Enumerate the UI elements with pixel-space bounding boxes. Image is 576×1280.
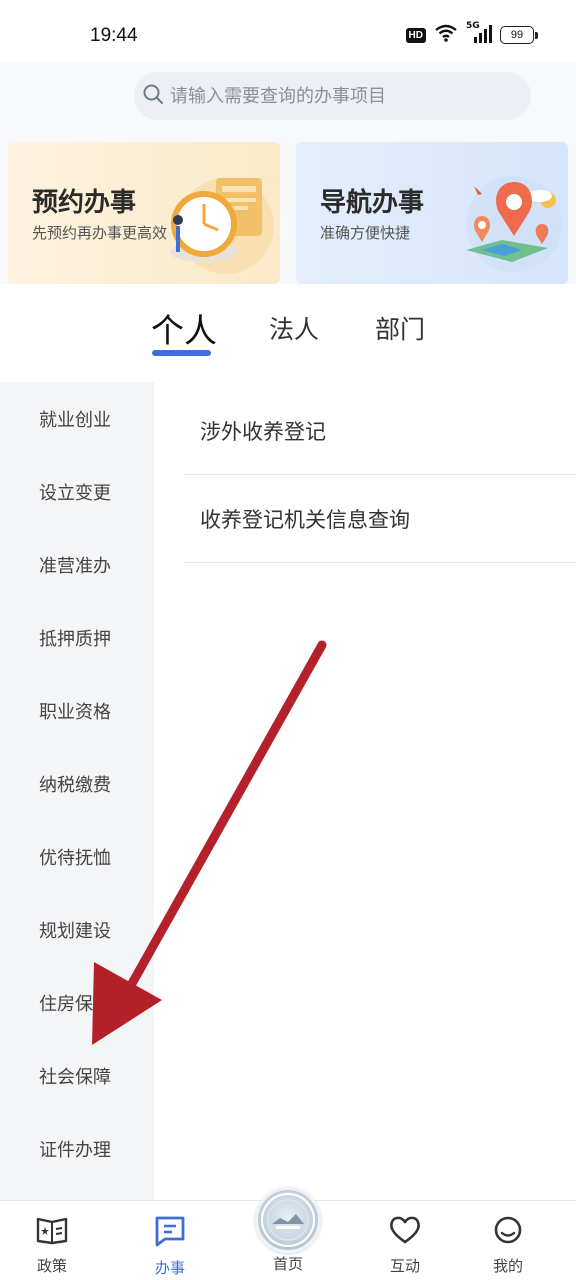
status-bar: 19:44 HD 5G 99 bbox=[0, 0, 576, 70]
sidebar-item-housing-security[interactable]: 住房保障 bbox=[0, 966, 154, 1039]
applicant-type-tabs: 个人 法人 部门 bbox=[0, 284, 576, 382]
clock-calendar-illustration-icon bbox=[164, 164, 274, 283]
heart-icon bbox=[388, 1215, 422, 1249]
list-item-adoption-office-lookup[interactable]: 收养登记机关信息查询 bbox=[184, 475, 576, 563]
sidebar-item-mortgage-pledge[interactable]: 抵押质押 bbox=[0, 601, 154, 674]
wifi-icon bbox=[434, 24, 458, 46]
hd-badge: HD bbox=[405, 27, 426, 43]
sidebar-item-preferential-care[interactable]: 优待抚恤 bbox=[0, 820, 154, 893]
category-sidebar: 就业创业 设立变更 准营准办 抵押质押 职业资格 纳税缴费 优待抚恤 规划建设 … bbox=[0, 382, 154, 1200]
search-icon bbox=[142, 83, 170, 109]
nav-interaction[interactable]: 互动 bbox=[365, 1215, 445, 1276]
nav-policy[interactable]: 政策 bbox=[12, 1215, 92, 1276]
navigation-banner[interactable]: 导航办事 准确方便快捷 bbox=[296, 142, 568, 284]
active-tab-indicator bbox=[152, 350, 211, 356]
nav-tasks[interactable]: 办事 bbox=[130, 1215, 210, 1278]
banner-subtitle: 先预约再办事更高效 bbox=[32, 224, 168, 242]
banner-title: 预约办事 bbox=[32, 188, 137, 218]
battery-level: 99 bbox=[500, 26, 534, 44]
tab-personal[interactable]: 个人 bbox=[151, 304, 217, 352]
task-document-icon bbox=[153, 1215, 187, 1251]
sidebar-item-certificates[interactable]: 证件办理 bbox=[0, 1112, 154, 1185]
status-time: 19:44 bbox=[90, 25, 138, 46]
nav-label: 互动 bbox=[389, 1257, 420, 1275]
nav-label: 我的 bbox=[492, 1257, 523, 1275]
cellular-signal-icon: 5G bbox=[466, 21, 492, 45]
tab-department[interactable]: 部门 bbox=[375, 310, 425, 346]
status-icons: HD 5G 99 bbox=[405, 21, 538, 46]
user-icon bbox=[491, 1215, 525, 1249]
nav-home-label[interactable]: 首页 bbox=[255, 1253, 321, 1274]
search-box[interactable] bbox=[134, 72, 531, 120]
list-item-foreign-adoption-registration[interactable]: 涉外收养登记 bbox=[184, 387, 576, 475]
sidebar-item-professional-qualification[interactable]: 职业资格 bbox=[0, 674, 154, 747]
banner-subtitle: 准确方便快捷 bbox=[320, 224, 411, 242]
bottom-navigation: 政策 办事 首页 互动 我的 bbox=[0, 1187, 576, 1280]
policy-book-icon bbox=[35, 1215, 69, 1249]
nav-label: 办事 bbox=[154, 1259, 185, 1277]
sidebar-item-social-security[interactable]: 社会保障 bbox=[0, 1039, 154, 1112]
banner-title: 导航办事 bbox=[320, 188, 425, 218]
home-emblem-icon[interactable] bbox=[255, 1187, 321, 1253]
sidebar-item-establishment-change[interactable]: 设立变更 bbox=[0, 455, 154, 528]
nav-label: 政策 bbox=[36, 1257, 67, 1275]
battery-icon: 99 bbox=[500, 26, 538, 44]
search-bar-container bbox=[0, 62, 576, 132]
nav-profile[interactable]: 我的 bbox=[468, 1215, 548, 1276]
sidebar-item-planning-construction[interactable]: 规划建设 bbox=[0, 893, 154, 966]
service-banners: 预约办事 先预约再办事更高效 导航办事 准确方便快捷 bbox=[0, 132, 576, 284]
sidebar-item-tax-payment[interactable]: 纳税缴费 bbox=[0, 747, 154, 820]
map-pin-illustration-icon bbox=[452, 164, 562, 283]
sidebar-item-permits[interactable]: 准营准办 bbox=[0, 528, 154, 601]
appointment-banner[interactable]: 预约办事 先预约再办事更高效 bbox=[8, 142, 280, 284]
service-item-list: 涉外收养登记 收养登记机关信息查询 bbox=[154, 382, 576, 1200]
sidebar-item-employment[interactable]: 就业创业 bbox=[0, 382, 154, 455]
tab-legal-person[interactable]: 法人 bbox=[269, 310, 319, 346]
search-input[interactable] bbox=[170, 85, 510, 107]
